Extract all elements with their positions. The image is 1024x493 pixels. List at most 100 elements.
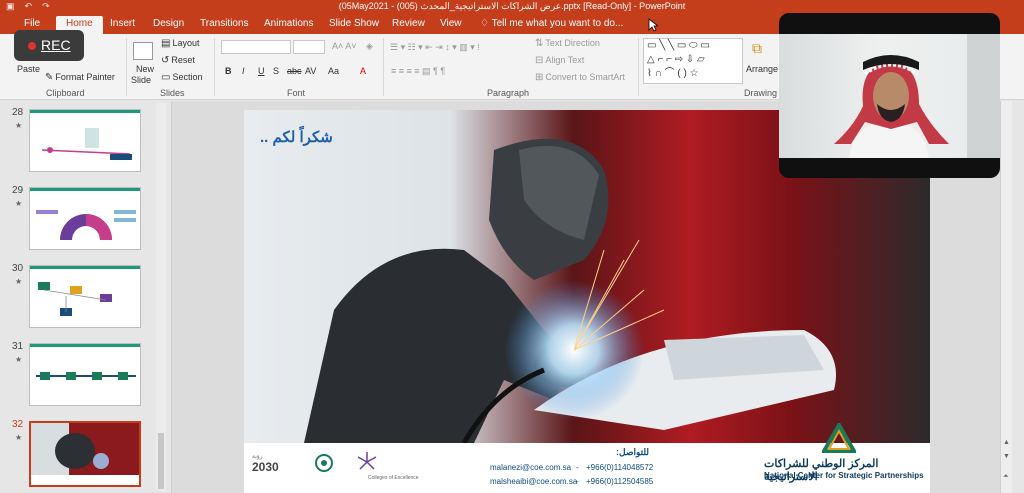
text-direction-label: Text Direction [545, 38, 600, 48]
font-name-combo[interactable] [221, 40, 291, 54]
webcam-overlay [779, 13, 1000, 178]
tab-insert[interactable]: Insert [104, 16, 141, 34]
slide-scrollbar[interactable]: ▲ ▼ ⏶ [1000, 101, 1012, 493]
animation-star-icon: ★ [15, 121, 23, 130]
bullets-icon[interactable]: ☰ ▾ ☷ ▾ ⇤ ⇥ ↕ ▾ ▥ ▾ ⁞ [390, 42, 480, 53]
scroll-down-icon[interactable]: ▼ [1003, 453, 1010, 460]
tab-design[interactable]: Design [147, 16, 190, 34]
paste-button[interactable]: Paste [17, 64, 40, 74]
colleges-logo-icon [357, 452, 377, 470]
section-icon: ▭ [161, 72, 171, 83]
group-divider [126, 38, 127, 96]
shapes-gallery[interactable]: ▭ ╲ ╲ ▭ ⬭ ▭ △ ⌐ ⌐ ⇨ ⇩ ▱ ⌇ ∩ ⌒ ( ) ☆ [643, 38, 743, 84]
font-size-combo[interactable] [293, 40, 325, 54]
reset-label: Reset [171, 55, 195, 65]
thumb-diagram [36, 372, 136, 380]
title-bar: ▣ ↶ ↷ (05May2021 - (005) عرض الشراكات ال… [0, 0, 1024, 12]
tab-view[interactable]: View [434, 16, 468, 34]
tvtc-logo-icon [315, 454, 333, 472]
thumb-band [30, 266, 140, 269]
new-slide-label-1[interactable]: New [136, 64, 154, 74]
slide-thumbnail[interactable] [29, 343, 141, 406]
record-dot-icon [28, 42, 36, 50]
slide-footer: رؤية 2030 Colleges of Excellence للتواصل:… [244, 423, 930, 493]
scroll-handle[interactable] [158, 433, 164, 489]
tell-me-box[interactable]: ♢ Tell me what you want to do... [480, 16, 623, 32]
font-color-button[interactable]: A [360, 66, 366, 76]
underline-button[interactable]: U [258, 66, 265, 76]
section-label: Section [172, 72, 203, 82]
window-title: (05May2021 - (005) عرض الشراكات الاسترات… [338, 1, 686, 11]
thumbnail-scrollbar[interactable] [156, 103, 166, 491]
convert-smartart-button[interactable]: ⊞ Convert to SmartArt [535, 72, 625, 83]
align-text-label: Align Text [545, 55, 585, 65]
align-icons[interactable]: ≡ ≡ ≡ ≡ ▤ ¶ ¶ [391, 66, 445, 77]
scroll-up-icon[interactable]: ▲ [1003, 439, 1010, 446]
thumb-diagram [38, 282, 112, 316]
phone-2: +966(0)112504585 [586, 477, 654, 486]
change-case-button[interactable]: Aa [328, 66, 339, 76]
arrange-icon[interactable]: ⧉ [752, 40, 762, 57]
clipboard-group-label: Clipboard [46, 88, 85, 98]
prev-slide-icon[interactable]: ⏶ [1003, 473, 1009, 481]
text-direction-button[interactable]: ⇅ Text Direction [535, 38, 600, 49]
section-button[interactable]: ▭ Section [161, 72, 202, 83]
thumb-number: 30 [12, 263, 24, 274]
clear-format-icon[interactable]: ◈ [366, 41, 373, 52]
record-label: REC [41, 37, 71, 53]
shadow-button[interactable]: S [273, 66, 279, 76]
thanks-text: شكراً لكم .. [260, 129, 333, 146]
slide-thumbnail[interactable] [29, 265, 141, 328]
grow-font-icon[interactable]: A˄ A˅ [332, 41, 357, 51]
tab-animations[interactable]: Animations [258, 16, 319, 34]
reset-button[interactable]: ↺ Reset [161, 55, 195, 66]
thumb-band [30, 110, 140, 113]
char-spacing-button[interactable]: AV [305, 66, 316, 76]
thumb-band [30, 188, 140, 191]
reset-icon: ↺ [161, 55, 170, 66]
new-slide-label-2[interactable]: Slide [131, 75, 151, 85]
animation-star-icon: ★ [15, 433, 23, 442]
thumb-welder-image [31, 423, 139, 485]
colleges-caption: Colleges of Excellence [368, 475, 419, 481]
layout-button[interactable]: ▤ Layout [161, 38, 199, 49]
thumb-band [30, 344, 140, 347]
org-name-english: National Center for Strategic Partnershi… [764, 471, 924, 480]
strikethrough-button[interactable]: abc [287, 66, 302, 76]
ncsp-logo-icon [822, 423, 856, 453]
vision-2030-logo: رؤية 2030 [252, 454, 279, 474]
format-painter-button[interactable]: ✎ Format Painter [45, 72, 115, 83]
email-1: malanezi@coe.com.sa [490, 463, 572, 472]
drawing-group-label: Drawing [744, 88, 778, 98]
thumb-diagram [36, 210, 136, 240]
lightbulb-icon: ♢ [480, 18, 492, 29]
bold-button[interactable]: B [225, 66, 232, 76]
slide-thumbnail-selected[interactable] [29, 421, 141, 487]
tab-review[interactable]: Review [386, 16, 431, 34]
contact-dash: - [576, 463, 579, 472]
thumb-number: 31 [12, 341, 24, 352]
tab-slide-show[interactable]: Slide Show [323, 16, 385, 34]
thumb-number: 29 [12, 185, 24, 196]
layout-icon: ▤ [161, 38, 171, 49]
slide-thumbnail[interactable] [29, 109, 141, 172]
italic-button[interactable]: I [242, 66, 245, 76]
thumb-number: 32 [12, 419, 24, 430]
tab-transitions[interactable]: Transitions [194, 16, 255, 34]
align-text-button[interactable]: ⊟ Align Text [535, 55, 584, 66]
slides-group-label: Slides [160, 88, 185, 98]
format-painter-label: Format Painter [55, 72, 115, 82]
arrange-button[interactable]: Arrange [746, 64, 778, 74]
record-button[interactable]: REC [14, 30, 84, 61]
tell-me-text: Tell me what you want to do... [491, 18, 624, 29]
webcam-video [779, 34, 1000, 158]
smartart-icon: ⊞ [535, 72, 544, 83]
phone-1: +966(0)114048572 [586, 463, 654, 472]
group-divider [383, 38, 384, 96]
slide-thumbnail[interactable] [29, 187, 141, 250]
font-group-label: Font [287, 88, 306, 98]
powerpoint-window: ▣ ↶ ↷ (05May2021 - (005) عرض الشراكات ال… [0, 0, 1024, 493]
paragraph-group-label: Paragraph [487, 88, 530, 98]
vision-text: 2030 [252, 460, 279, 474]
email-2: malsheaibi@coe.com.sa [490, 477, 578, 486]
